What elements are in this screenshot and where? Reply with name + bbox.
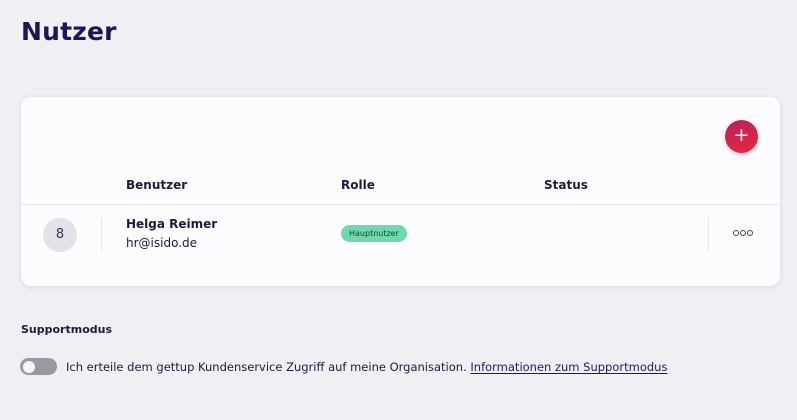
column-header-rolle: Rolle: [341, 178, 375, 192]
support-mode-toggle[interactable]: [20, 358, 57, 375]
page-title: Nutzer: [21, 17, 117, 46]
toggle-knob: [23, 360, 35, 373]
user-email: hr@isido.de: [126, 236, 198, 250]
support-mode-title: Supportmodus: [21, 323, 113, 336]
plus-icon: +: [733, 124, 750, 146]
users-card: + Benutzer Rolle Status 8 Helga Reimer h…: [21, 97, 780, 286]
column-header-status: Status: [544, 178, 588, 192]
role-badge: Hauptnutzer: [341, 225, 407, 242]
support-mode-info-link[interactable]: Informationen zum Supportmodus: [470, 360, 667, 374]
row-divider: [708, 217, 709, 251]
user-name: Helga Reimer: [126, 217, 218, 231]
dot: [733, 230, 739, 236]
support-consent-text: Ich erteile dem gettup Kundenservice Zug…: [66, 360, 467, 374]
dot: [740, 230, 746, 236]
column-header-benutzer: Benutzer: [126, 178, 188, 192]
support-consent-line: Ich erteile dem gettup Kundenservice Zug…: [66, 360, 667, 374]
more-options-icon[interactable]: [732, 225, 754, 241]
table-row: 8 Helga Reimer hr@isido.de Hauptnutzer: [21, 205, 780, 275]
add-user-button[interactable]: +: [725, 120, 758, 153]
row-divider: [101, 217, 102, 251]
dot: [747, 230, 753, 236]
user-icon: 8: [43, 218, 77, 252]
